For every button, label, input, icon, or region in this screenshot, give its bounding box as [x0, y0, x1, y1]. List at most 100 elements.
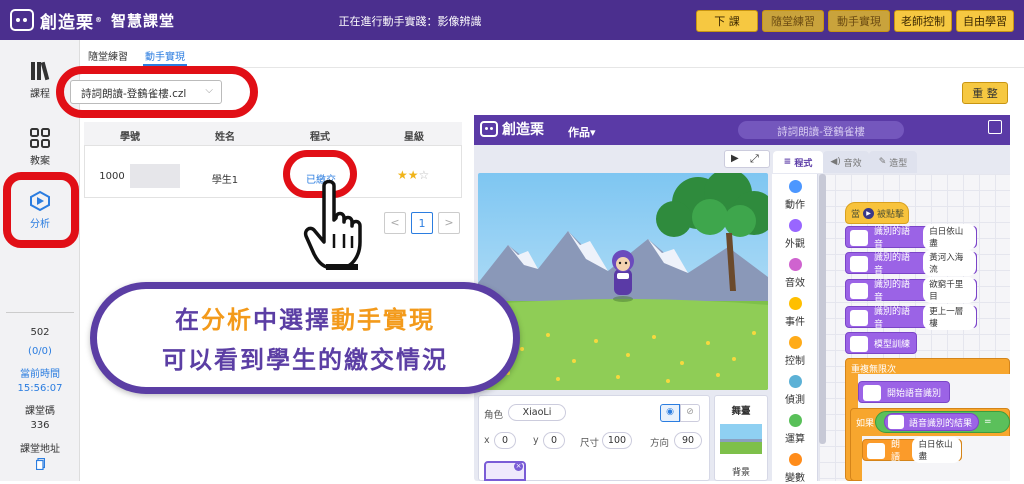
stage-panel-title: 舞臺 — [731, 406, 751, 417]
delete-sprite-icon[interactable]: × — [514, 462, 523, 471]
sprite-x-field[interactable]: 0 — [494, 432, 516, 449]
sprite-y-field[interactable]: 0 — [543, 432, 565, 449]
category-dot — [788, 180, 802, 193]
read-aloud-block[interactable]: 朗讀 白日依山盡 — [862, 437, 962, 463]
speech-block-4[interactable]: 識別的語音 更上一層樓 — [845, 304, 977, 330]
speech-block-label: 識別的語音 — [874, 307, 911, 330]
speech-block-1[interactable]: 識別的語音 白日依山盡 — [845, 224, 977, 250]
star-icon: ★ — [407, 168, 419, 182]
refresh-button[interactable]: 重 整 — [962, 82, 1008, 104]
tab-sound-label: 音效 — [843, 158, 862, 169]
start-recognition-block[interactable]: 開始語音識別 — [858, 381, 950, 403]
callout-highlight-hands-on: 動手實現 — [331, 306, 435, 334]
green-flag-icon: ▶ — [863, 207, 875, 219]
student-id-mask — [130, 164, 180, 188]
audio-wave-icon — [850, 336, 868, 352]
sprite-name-field[interactable]: XiaoLi — [508, 404, 566, 421]
category-label: 控制 — [785, 356, 805, 367]
tab-hands-on[interactable]: 動手實現 — [145, 48, 185, 63]
editor-window-icon[interactable] — [988, 120, 1002, 134]
play-icon[interactable]: ▶ — [731, 153, 739, 164]
callout-highlight-analysis: 分析 — [201, 306, 253, 334]
category-label: 運算 — [785, 434, 805, 445]
backdrop-label: 背景 — [731, 468, 750, 478]
copy-icon[interactable] — [36, 458, 45, 470]
app-logo: 創造栗 ® 智慧課堂 — [10, 6, 175, 34]
editor-logo: 創造栗 — [480, 119, 544, 139]
when-flag-clicked-block[interactable]: 當 ▶ 被點擊 — [845, 202, 909, 224]
speech-value[interactable]: 黃河入海流 — [923, 250, 976, 276]
category-sensing[interactable]: 偵測 — [772, 375, 818, 406]
star-rating[interactable]: ★★☆ — [397, 168, 429, 182]
brush-icon: ✎ — [878, 157, 887, 167]
callout-line-2: 可以看到學生的繳交情況 — [162, 346, 448, 374]
sprite-direction-field[interactable]: 90 — [674, 432, 702, 449]
star-icon: ★ — [397, 168, 408, 182]
category-dot — [788, 258, 802, 271]
caret-down-icon: ▾ — [590, 126, 596, 139]
sprite-size-field[interactable]: 100 — [602, 432, 632, 449]
editor-logo-icon — [480, 121, 498, 137]
category-looks[interactable]: 外觀 — [772, 219, 818, 250]
category-control[interactable]: 控制 — [772, 336, 818, 367]
practice-button[interactable]: 隨堂練習 — [762, 10, 824, 32]
category-motion[interactable]: 動作 — [772, 180, 818, 211]
end-class-button[interactable]: 下 課 — [696, 10, 758, 32]
category-sound[interactable]: 音效 — [772, 258, 818, 289]
backdrop-thumbnail[interactable] — [720, 424, 762, 454]
pagination-next-button[interactable]: > — [438, 212, 460, 234]
tab-costume[interactable]: ✎ 造型 — [869, 151, 917, 173]
category-events[interactable]: 事件 — [772, 297, 818, 328]
editor-brand: 創造栗 — [502, 122, 544, 138]
sprite-x-label: x — [484, 435, 490, 446]
speech-value[interactable]: 更上一層樓 — [923, 304, 976, 330]
model-train-block[interactable]: 模型訓練 — [845, 332, 917, 354]
stage-canvas[interactable] — [478, 173, 768, 390]
current-time-label: 當前時間 — [20, 369, 60, 380]
audio-wave-icon — [888, 415, 904, 429]
editor-works-menu[interactable]: 作品▾ — [568, 124, 596, 140]
column-header-program: 程式 — [310, 132, 330, 143]
category-dot — [788, 414, 802, 427]
workspace-scrollbar[interactable] — [819, 174, 826, 444]
audio-wave-icon — [863, 385, 881, 401]
speech-value[interactable]: 欲窮千里目 — [923, 277, 976, 303]
teacher-control-button[interactable]: 老師控制 — [894, 10, 952, 32]
hands-on-button[interactable]: 動手實現 — [828, 10, 890, 32]
speech-block-label: 識別的語音 — [874, 280, 911, 303]
recognition-result-reporter[interactable]: 語音識別的結果 — [884, 413, 980, 431]
tab-sound[interactable]: ◀) 音效 — [823, 151, 869, 173]
column-header-id: 學號 — [120, 132, 140, 143]
condition-block[interactable]: 語音識別的結果 = — [875, 411, 1010, 433]
editor-project-name[interactable]: 詩詞朗讀-登鶴雀樓 — [738, 121, 904, 139]
fullscreen-icon[interactable]: ⤢ — [750, 152, 759, 166]
category-variables[interactable]: 變數 — [772, 453, 818, 484]
audio-wave-icon — [850, 256, 868, 272]
callout-text: 中選擇 — [253, 306, 331, 334]
category-dot — [788, 336, 802, 349]
brand-name: 創造栗 — [40, 12, 94, 33]
highlight-box-analysis — [3, 172, 79, 248]
tab-practice[interactable]: 隨堂練習 — [88, 48, 128, 63]
highlight-box-select — [56, 66, 258, 118]
sprite-size-label: 尺寸 — [580, 438, 600, 449]
sound-icon: ◀) — [830, 157, 841, 167]
read-aloud-value[interactable]: 白日依山盡 — [912, 437, 961, 463]
speech-block-3[interactable]: 識別的語音 欲窮千里目 — [845, 277, 977, 303]
hide-sprite-icon[interactable]: ⊘ — [680, 404, 700, 422]
tab-code[interactable]: ≡ 程式 — [773, 151, 823, 173]
sprite-role-label: 角色 — [484, 410, 504, 421]
sidebar-item-label: 課程 — [30, 89, 50, 100]
sidebar-item-lesson-plan[interactable]: 教案 — [0, 122, 80, 172]
editor-works-label: 作品 — [568, 126, 590, 139]
registered-mark: ® — [95, 16, 102, 24]
speech-block-2[interactable]: 識別的語音 黃河入海流 — [845, 250, 977, 276]
category-operators[interactable]: 運算 — [772, 414, 818, 445]
code-icon: ≡ — [783, 157, 792, 167]
pagination-page-1[interactable]: 1 — [411, 212, 433, 234]
free-learning-button[interactable]: 自由學習 — [956, 10, 1014, 32]
show-sprite-icon[interactable]: ◉ — [660, 404, 680, 422]
hat-suffix: 被點擊 — [877, 209, 905, 220]
speech-value[interactable]: 白日依山盡 — [923, 224, 976, 250]
pagination-prev-button[interactable]: < — [384, 212, 406, 234]
